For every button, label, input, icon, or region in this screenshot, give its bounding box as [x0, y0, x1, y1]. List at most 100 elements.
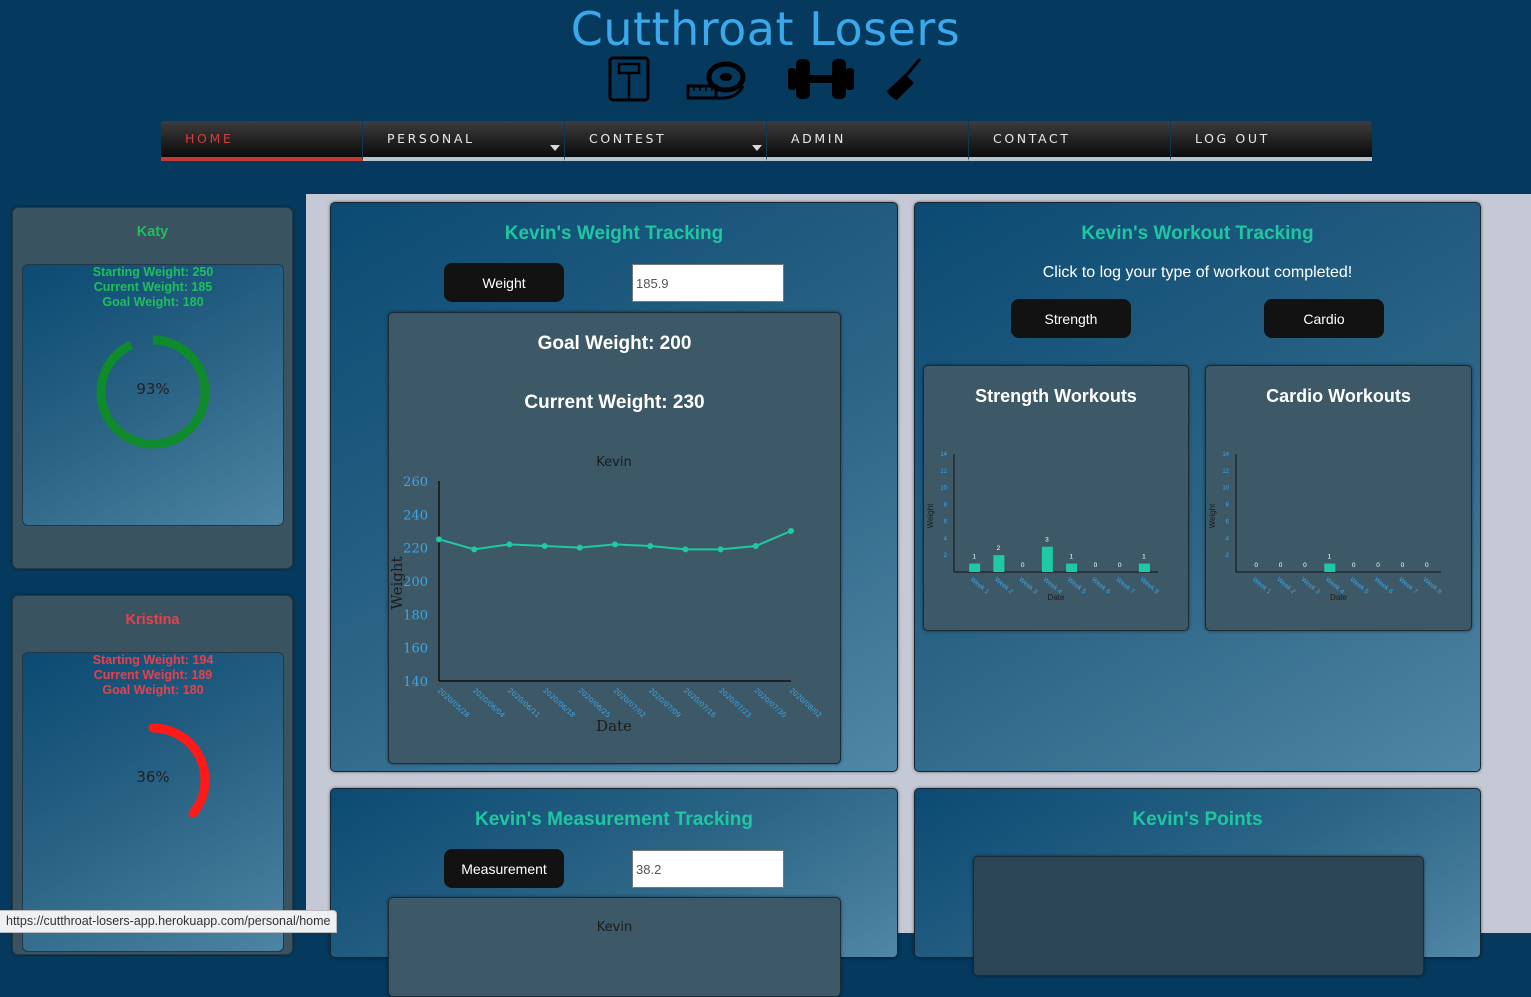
y-tick-label: 260	[403, 475, 428, 490]
user-progress-panel: Starting Weight: 250 Current Weight: 185…	[22, 264, 284, 526]
nav-admin[interactable]: ADMIN	[767, 121, 969, 161]
bar-value-label: 0	[1094, 562, 1098, 569]
status-url: https://cutthroat-losers-app.herokuapp.c…	[0, 910, 338, 933]
x-tick-label: 2020/08/02	[788, 687, 823, 720]
data-point	[471, 546, 478, 553]
x-tick-label: Week 3	[1300, 576, 1322, 596]
bar-value-label: 1	[1069, 554, 1073, 561]
user-name: Katy	[136, 224, 169, 240]
x-axis-label: Date	[1330, 593, 1347, 602]
progress-percent: 36%	[136, 768, 170, 786]
weight-tracking-panel: Kevin's Weight Tracking Weight Goal Weig…	[330, 202, 898, 772]
y-tick-label: 160	[403, 642, 428, 657]
current-weight: Current Weight: 185	[93, 280, 213, 294]
y-tick-label: 140	[403, 675, 428, 690]
weight-input[interactable]	[632, 264, 784, 302]
bar-value-label: 0	[1021, 562, 1025, 569]
y-tick-label: 10	[1222, 486, 1229, 492]
main-nav: HOME PERSONAL CONTEST ADMIN CONTACT LOG …	[161, 121, 1372, 161]
points-chart-card	[973, 856, 1424, 976]
nav-personal-label: PERSONAL	[387, 131, 475, 146]
bar-value-label: 0	[1118, 562, 1122, 569]
current-weight: Current Weight: 189	[93, 668, 213, 682]
workout-instructions: Click to log your type of workout comple…	[1042, 264, 1353, 281]
y-tick-label: 240	[403, 508, 428, 523]
y-tick-label: 200	[403, 575, 428, 590]
chevron-down-icon	[550, 145, 560, 151]
panel-title: Kevin's Workout Tracking	[1081, 223, 1314, 244]
y-tick-label: 12	[940, 469, 947, 475]
bar-value-label: 0	[1376, 562, 1380, 569]
bar-value-label: 1	[1328, 554, 1332, 561]
weight-chart-card: Goal Weight: 200 Current Weight: 230 Kev…	[388, 312, 841, 764]
x-tick-label: 2020/07/30	[752, 687, 787, 720]
y-tick-label: 6	[1226, 519, 1230, 525]
y-tick-label: 220	[403, 542, 428, 557]
x-tick-label: 2020/07/09	[647, 687, 682, 720]
data-point	[436, 536, 442, 543]
y-tick-label: 4	[1226, 536, 1230, 542]
bar-value-label: 0	[1303, 562, 1307, 569]
x-tick-label: Week 5	[1066, 576, 1088, 596]
x-tick-label: Week 8	[1422, 576, 1444, 596]
x-tick-label: Week 6	[1373, 576, 1395, 596]
data-point	[612, 541, 618, 548]
scale-icon	[608, 56, 650, 102]
user-card-kristina: Kristina Starting Weight: 194 Current We…	[12, 595, 293, 955]
y-axis-label: Weight	[389, 556, 406, 609]
log-cardio-button[interactable]: Cardio	[1264, 299, 1384, 338]
data-point	[506, 541, 513, 548]
measurement-input[interactable]	[632, 850, 784, 888]
nav-log-out[interactable]: LOG OUT	[1171, 121, 1372, 161]
user-name: Kristina	[125, 612, 180, 628]
user-card-katy: Katy Starting Weight: 250 Current Weight…	[12, 207, 293, 569]
y-tick-label: 8	[1226, 503, 1230, 509]
x-axis-label: Date	[1048, 593, 1065, 602]
goal-weight: Goal Weight: 180	[102, 683, 204, 697]
user-progress-panel: Starting Weight: 194 Current Weight: 189…	[22, 652, 284, 952]
bar-value-label: 0	[1279, 562, 1283, 569]
measurement-chart-card: Kevin	[388, 897, 841, 997]
log-weight-button[interactable]: Weight	[444, 263, 564, 302]
nav-contact[interactable]: CONTACT	[969, 121, 1171, 161]
goal-weight: Goal Weight: 180	[102, 295, 204, 309]
nav-home[interactable]: HOME	[161, 121, 363, 161]
bar	[1138, 563, 1150, 572]
x-tick-label: 2020/06/04	[471, 687, 507, 720]
bar	[969, 563, 981, 572]
x-tick-label: Week 7	[1114, 576, 1136, 596]
progress-percent: 93%	[136, 380, 170, 398]
panel-title: Kevin's Measurement Tracking	[474, 809, 753, 830]
data-point	[576, 544, 583, 551]
site-title: Cutthroat Losers	[570, 2, 961, 56]
data-point	[717, 546, 724, 553]
y-tick-label: 8	[944, 503, 948, 509]
x-tick-label: Week 1	[1251, 576, 1273, 596]
log-measurement-button[interactable]: Measurement	[444, 849, 564, 888]
bar-value-label: 2	[997, 545, 1001, 552]
log-strength-button[interactable]: Strength	[1011, 299, 1131, 338]
y-tick-label: 6	[944, 519, 948, 525]
bar-value-label: 0	[1401, 562, 1405, 569]
cardio-chart-card: Cardio Workouts 14 12 10 8 6 4 2 0 Week 1 0 Week 2…	[1205, 365, 1472, 631]
bar	[993, 555, 1005, 572]
x-tick-label: Week 6	[1090, 576, 1112, 596]
bar-value-label: 3	[1045, 537, 1049, 544]
bar	[1066, 563, 1078, 572]
bar-value-label: 0	[1254, 562, 1258, 569]
nav-contest[interactable]: CONTEST	[565, 121, 767, 161]
x-tick-label: 2020/07/16	[682, 687, 718, 720]
data-point	[752, 543, 759, 549]
x-tick-label: 2020/06/18	[541, 687, 576, 720]
data-point	[541, 543, 548, 549]
x-tick-label: 2020/05/28	[436, 687, 471, 720]
y-axis-label: Weight	[926, 503, 935, 529]
nav-personal[interactable]: PERSONAL	[363, 121, 565, 161]
knife-icon	[887, 58, 922, 100]
y-tick-label: 14	[1222, 452, 1229, 458]
x-tick-label: Week 5	[1348, 576, 1370, 596]
bar-value-label: 0	[1352, 562, 1356, 569]
bar-value-label: 1	[972, 554, 976, 561]
chevron-down-icon	[752, 145, 762, 151]
starting-weight: Starting Weight: 194	[92, 653, 214, 667]
